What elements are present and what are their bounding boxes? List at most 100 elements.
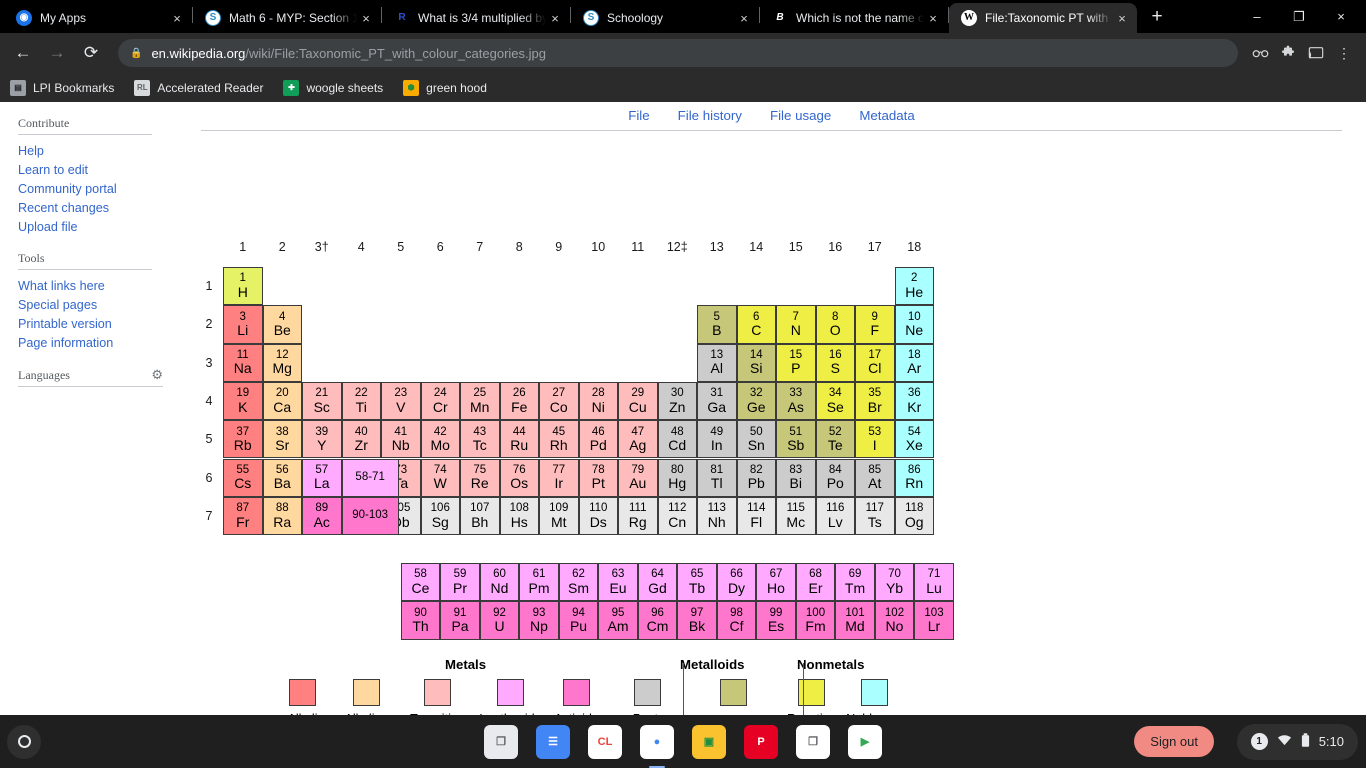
legend-group-title: Metals xyxy=(445,657,486,672)
file-tabs: File File history File usage Metadata xyxy=(201,102,1342,131)
sidebar-item-printable-version[interactable]: Printable version xyxy=(18,315,177,334)
element-symbol: Yb xyxy=(886,581,903,595)
browser-tab-4[interactable]: BWhich is not the name o× xyxy=(760,3,948,33)
element-symbol: Al xyxy=(711,361,723,375)
chrome-menu-icon[interactable]: ⋮ xyxy=(1330,39,1358,67)
element-symbol: Th xyxy=(412,619,428,633)
browser-tab-5[interactable]: WFile:Taxonomic PT with× xyxy=(949,3,1137,33)
bookmark-1[interactable]: RLAccelerated Reader xyxy=(134,80,263,96)
google-docs-icon[interactable]: ☰ xyxy=(536,725,570,759)
element-cell-Ne: 10Ne xyxy=(895,305,935,343)
group-header-3: 3† xyxy=(302,240,342,254)
element-symbol: Ga xyxy=(707,400,726,414)
element-symbol: Lv xyxy=(828,515,843,529)
forward-button[interactable]: → xyxy=(42,38,72,68)
periodic-table-grid: 123†456789101112‡13141516171812345671H2H… xyxy=(200,240,940,660)
element-symbol: N xyxy=(791,323,801,337)
clock-time[interactable]: 5:10 xyxy=(1319,734,1344,749)
element-number: 110 xyxy=(589,503,607,515)
screen-capture-icon[interactable]: ❐ xyxy=(796,725,830,759)
bookmark-0[interactable]: ▤LPI Bookmarks xyxy=(10,80,114,96)
element-cell-Sr: 38Sr xyxy=(263,420,303,458)
reload-button[interactable]: ⟳ xyxy=(76,38,106,68)
tab-close-button[interactable]: × xyxy=(924,9,942,27)
element-cell-Au: 79Au xyxy=(618,459,658,497)
wifi-icon[interactable] xyxy=(1277,734,1292,749)
element-symbol: Mg xyxy=(273,361,292,375)
element-cell-H: 1H xyxy=(223,267,263,305)
element-symbol: Rb xyxy=(234,438,252,452)
element-symbol: Nd xyxy=(491,581,509,595)
cast-icon[interactable] xyxy=(1302,39,1330,67)
element-cell-Ag: 47Ag xyxy=(618,420,658,458)
element-cell-Pr: 59Pr xyxy=(440,563,480,601)
element-symbol: Bi xyxy=(790,476,802,490)
element-symbol: Ca xyxy=(273,400,291,414)
wikipedia-icon: W xyxy=(961,10,977,26)
sidebar-item-community-portal[interactable]: Community portal xyxy=(18,180,177,199)
bookmark-3[interactable]: ⬢green hood xyxy=(403,80,487,96)
element-cell-Ga: 31Ga xyxy=(697,382,737,420)
element-cell-Lu: 71Lu xyxy=(914,563,954,601)
tab-close-button[interactable]: × xyxy=(1113,9,1131,27)
browser-tab-2[interactable]: RWhat is 3/4 multiplied by× xyxy=(382,3,570,33)
tab-close-button[interactable]: × xyxy=(546,9,564,27)
element-cell-W: 74W xyxy=(421,459,461,497)
group-header-1: 1 xyxy=(223,240,263,254)
google-classroom-icon[interactable]: ▣ xyxy=(692,725,726,759)
group-header-18: 18 xyxy=(895,240,935,254)
element-cell-Re: 75Re xyxy=(460,459,500,497)
browser-tab-0[interactable]: ◉My Apps× xyxy=(4,3,192,33)
clever-icon[interactable]: CL xyxy=(588,725,622,759)
sign-out-button[interactable]: Sign out xyxy=(1134,726,1214,757)
element-symbol: Te xyxy=(828,438,843,452)
bookmark-2[interactable]: ✚woogle sheets xyxy=(283,80,383,96)
sidebar-item-special-pages[interactable]: Special pages xyxy=(18,296,177,315)
minimize-button[interactable]: – xyxy=(1236,1,1278,33)
chrome-windows-icon[interactable]: ❐ xyxy=(484,725,518,759)
browser-tab-1[interactable]: SMath 6 - MYP: Section 1× xyxy=(193,3,381,33)
browser-tab-3[interactable]: SSchoology× xyxy=(571,3,759,33)
sidebar-item-what-links-here[interactable]: What links here xyxy=(18,277,177,296)
system-tray[interactable]: 1 5:10 xyxy=(1237,724,1358,760)
legend-swatch-lanthanide xyxy=(497,679,524,706)
play-store-icon[interactable]: ▶ xyxy=(848,725,882,759)
element-cell-At: 85At xyxy=(855,459,895,497)
element-cell-Sm: 62Sm xyxy=(559,563,599,601)
close-window-button[interactable]: × xyxy=(1320,1,1362,33)
tab-file-history[interactable]: File history xyxy=(678,108,742,123)
sidebar-item-recent-changes[interactable]: Recent changes xyxy=(18,199,177,218)
element-symbol: H xyxy=(238,285,248,299)
battery-icon[interactable] xyxy=(1301,733,1310,751)
reading-mode-icon[interactable] xyxy=(1246,39,1274,67)
tab-metadata[interactable]: Metadata xyxy=(859,108,914,123)
gear-icon[interactable]: ⚙ xyxy=(151,367,163,383)
tab-close-button[interactable]: × xyxy=(357,9,375,27)
element-symbol: Gd xyxy=(648,581,667,595)
group-header-8: 8 xyxy=(500,240,540,254)
extensions-icon[interactable] xyxy=(1274,39,1302,67)
new-tab-button[interactable]: + xyxy=(1143,3,1171,31)
tab-file-usage[interactable]: File usage xyxy=(770,108,831,123)
pinterest-icon[interactable]: P xyxy=(744,725,778,759)
element-number: 113 xyxy=(708,503,726,515)
sidebar-item-learn-to-edit[interactable]: Learn to edit xyxy=(18,161,177,180)
chrome-icon[interactable]: ● xyxy=(640,725,674,759)
group-header-14: 14 xyxy=(737,240,777,254)
tab-close-button[interactable]: × xyxy=(168,9,186,27)
sidebar-item-page-information[interactable]: Page information xyxy=(18,334,177,353)
sidebar-item-upload-file[interactable]: Upload file xyxy=(18,218,177,237)
element-cell-C: 6C xyxy=(737,305,777,343)
shelf-app-list: ❐ ☰ CL ● ▣ P ❐ ▶ xyxy=(484,725,882,759)
tab-close-button[interactable]: × xyxy=(735,9,753,27)
maximize-button[interactable]: ❐ xyxy=(1278,1,1320,33)
sidebar-item-help[interactable]: Help xyxy=(18,142,177,161)
element-cell-Na: 11Na xyxy=(223,344,263,382)
notification-badge[interactable]: 1 xyxy=(1251,733,1268,750)
launcher-icon[interactable] xyxy=(7,725,41,759)
element-symbol: Tm xyxy=(845,581,865,595)
tab-file[interactable]: File xyxy=(628,108,649,123)
back-button[interactable]: ← xyxy=(8,38,38,68)
schoology-icon: S xyxy=(205,10,221,26)
address-bar[interactable]: 🔒 en.wikipedia.org/wiki/File:Taxonomic_P… xyxy=(118,39,1238,67)
